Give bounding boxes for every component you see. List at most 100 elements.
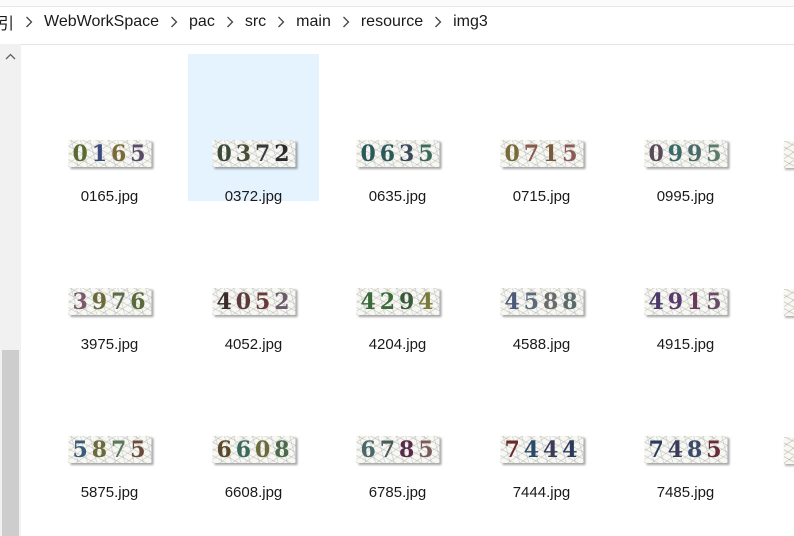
file-tile[interactable]: 0 3 7 2 0372.jpg (188, 54, 319, 205)
captcha-digit: 7 (110, 288, 128, 315)
chevron-right-icon[interactable] (427, 11, 449, 33)
chevron-right-icon[interactable] (219, 11, 241, 33)
captcha-code: 0635 (356, 140, 439, 167)
captcha-thumbnail: 4294 (356, 288, 439, 315)
captcha-digit: 4 (648, 288, 665, 315)
captcha-digit: 5 (562, 140, 579, 167)
breadcrumb-item-pac[interactable]: pac (185, 13, 219, 31)
captcha-thumbnail: 4052 (212, 288, 295, 315)
captcha-code: 7485 (644, 436, 727, 463)
captcha-digit: 9 (91, 288, 109, 315)
file-tile[interactable]: 5 8 7 5 5875.jpg (44, 350, 175, 501)
captcha-digit: 4 (216, 288, 233, 315)
file-grid: 0 1 6 5 0165.jpg 0 3 7 2 0372.jpg 0 6 3 5 0635.jpg 0 7 1 5… (21, 44, 794, 536)
breadcrumb-item-resource[interactable]: resource (357, 13, 427, 31)
address-bar[interactable]: 引 WebWorkSpace pac src main resource img… (0, 0, 794, 45)
captcha-digit: 8 (398, 436, 416, 463)
chevron-right-icon[interactable] (335, 11, 357, 33)
captcha-thumbnail: 5875 (68, 436, 151, 463)
captcha-digit: 0 (216, 140, 233, 167)
vertical-scrollbar[interactable] (0, 44, 21, 536)
captcha-digit: 1 (686, 288, 704, 315)
captcha-digit: 8 (542, 288, 560, 315)
captcha-digit: 0 (235, 288, 253, 315)
captcha-digit: 8 (274, 436, 291, 463)
captcha-digit: 2 (379, 288, 397, 315)
captcha-digit: 5 (523, 288, 541, 315)
captcha-digit: 6 (110, 140, 128, 167)
file-tile[interactable]: 6 7 8 5 6785.jpg (332, 350, 463, 501)
captcha-digit: 3 (72, 288, 89, 315)
file-tile[interactable]: 0 9 9 5 0995.jpg (620, 54, 751, 205)
captcha-thumbnail: 0372 (212, 140, 295, 167)
breadcrumb-item-src[interactable]: src (241, 13, 270, 31)
captcha-digit: 3 (398, 140, 416, 167)
captcha-digit: 2 (274, 288, 291, 315)
captcha-thumbnail: 3976 (68, 288, 151, 315)
scroll-up-arrow-icon[interactable] (0, 44, 21, 68)
file-tile[interactable]: 4 0 5 2 4052.jpg (188, 202, 319, 353)
file-tile[interactable]: 0 6 3 5 0635.jpg (332, 54, 463, 205)
breadcrumb-item-main[interactable]: main (292, 13, 335, 31)
captcha-code: 4294 (356, 288, 439, 315)
captcha-digit: 5 (254, 288, 272, 315)
file-tile[interactable]: 7 4 4 4 7444.jpg (476, 350, 607, 501)
file-tile[interactable]: 3 9 7 6 3975.jpg (44, 202, 175, 353)
file-tile[interactable]: 4 2 9 4 4204.jpg (332, 202, 463, 353)
breadcrumb-item-webworkspace[interactable]: WebWorkSpace (40, 13, 163, 31)
captcha-code: 4052 (212, 288, 295, 315)
captcha-digit: 7 (648, 436, 665, 463)
captcha-code: 0995 (644, 140, 727, 167)
partial-thumbnail[interactable] (784, 289, 794, 316)
chevron-right-icon[interactable] (270, 11, 292, 33)
captcha-code: 6608 (212, 436, 295, 463)
captcha-digit: 6 (130, 288, 147, 315)
captcha-digit: 7 (254, 140, 272, 167)
breadcrumb-partial-item[interactable]: 引 (0, 10, 18, 34)
captcha-code: 0165 (68, 140, 151, 167)
file-tile[interactable]: 4 5 8 8 4588.jpg (476, 202, 607, 353)
file-tile[interactable]: 0 1 6 5 0165.jpg (44, 54, 175, 205)
file-name: 6608.jpg (224, 484, 283, 501)
captcha-thumbnail: 0635 (356, 140, 439, 167)
captcha-digit: 9 (398, 288, 416, 315)
captcha-thumbnail: 6785 (356, 436, 439, 463)
file-name: 7444.jpg (512, 484, 571, 501)
file-name: 5875.jpg (80, 484, 139, 501)
partial-thumbnail[interactable] (784, 141, 794, 168)
captcha-digit: 7 (504, 436, 521, 463)
chevron-right-icon[interactable] (163, 11, 185, 33)
captcha-digit: 5 (130, 140, 147, 167)
file-tile[interactable]: 0 7 1 5 0715.jpg (476, 54, 607, 205)
captcha-digit: 0 (504, 140, 521, 167)
captcha-thumbnail: 7444 (500, 436, 583, 463)
captcha-digit: 3 (235, 140, 253, 167)
captcha-digit: 2 (274, 140, 291, 167)
captcha-code: 4588 (500, 288, 583, 315)
breadcrumb-item-img3[interactable]: img3 (449, 13, 492, 31)
file-tile[interactable]: 7 4 8 5 7485.jpg (620, 350, 751, 501)
captcha-digit: 9 (686, 140, 704, 167)
captcha-digit: 5 (706, 140, 723, 167)
captcha-digit: 6 (235, 436, 253, 463)
captcha-code: 0372 (212, 140, 295, 167)
captcha-digit: 8 (562, 288, 579, 315)
captcha-thumbnail: 4915 (644, 288, 727, 315)
captcha-digit: 7 (110, 436, 128, 463)
captcha-digit: 4 (504, 288, 521, 315)
file-tile[interactable]: 6 6 0 8 6608.jpg (188, 350, 319, 501)
captcha-digit: 0 (360, 140, 377, 167)
captcha-digit: 5 (706, 436, 723, 463)
captcha-digit: 5 (72, 436, 89, 463)
captcha-digit: 1 (542, 140, 560, 167)
scrollbar-thumb[interactable] (2, 350, 19, 536)
captcha-digit: 6 (360, 436, 377, 463)
captcha-digit: 9 (667, 288, 685, 315)
partial-thumbnail[interactable] (784, 437, 794, 464)
chevron-right-icon[interactable] (18, 11, 40, 33)
file-tile[interactable]: 4 9 1 5 4915.jpg (620, 202, 751, 353)
captcha-digit: 8 (91, 436, 109, 463)
toolbar-edge (0, 0, 794, 7)
captcha-digit: 0 (648, 140, 665, 167)
captcha-digit: 4 (523, 436, 541, 463)
